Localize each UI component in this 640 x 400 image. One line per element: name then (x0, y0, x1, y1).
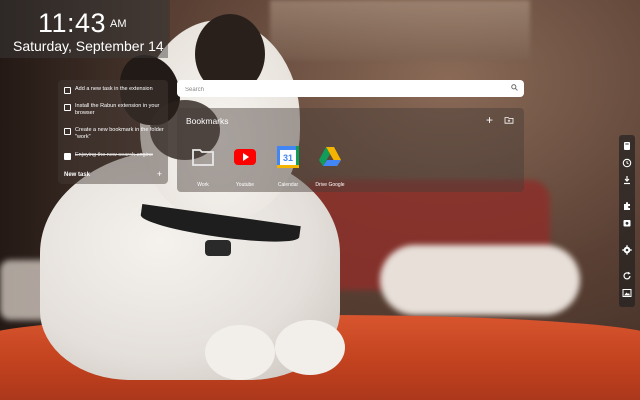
clock-ampm: AM (110, 18, 127, 30)
bookmark-calendar[interactable]: 31 Calendar (268, 146, 308, 188)
bookmarks-panel: Bookmarks + Work Youtube 31 Calendar Dri… (177, 108, 524, 192)
task-text: Install the Rabun extension in your brow… (75, 103, 160, 116)
youtube-icon (234, 149, 256, 165)
screenshot-icon[interactable] (622, 218, 632, 228)
refresh-icon[interactable] (622, 271, 632, 281)
task-checkbox[interactable] (64, 104, 71, 111)
clock-date: Saturday, September 14 (13, 38, 164, 54)
task-text: Add a new task in the extension (75, 86, 153, 92)
extension-icon[interactable] (622, 201, 632, 211)
right-toolbar (619, 135, 635, 307)
new-task-button[interactable]: New task (64, 172, 90, 178)
bookmark-icon[interactable] (622, 141, 632, 151)
clock-time: 11:43 (38, 8, 107, 38)
search-input[interactable] (183, 82, 507, 97)
bookmarks-title: Bookmarks (186, 116, 229, 126)
bookmark-youtube[interactable]: Youtube (225, 146, 265, 188)
task-text: Enjoying the new search engine (75, 152, 153, 158)
bookmark-drive[interactable]: Drive Google (310, 146, 350, 188)
task-item[interactable]: Create a new bookmark in the folder "wor… (64, 127, 164, 141)
bookmark-work[interactable]: Work (183, 146, 223, 188)
history-icon[interactable] (622, 158, 632, 168)
add-bookmark-button[interactable]: + (486, 113, 493, 127)
download-icon[interactable] (622, 175, 632, 185)
settings-icon[interactable] (622, 245, 632, 255)
wallpaper-icon[interactable] (622, 288, 632, 298)
task-item[interactable]: Install the Rabun extension in your brow… (64, 103, 164, 117)
bookmark-label: Youtube (235, 182, 255, 188)
clock-widget: 11:43 AM Saturday, September 14 (0, 0, 168, 58)
bookmark-label: Work (197, 182, 209, 188)
drive-icon (319, 147, 341, 166)
task-item[interactable]: Add a new task in the extension (64, 86, 164, 94)
task-text: Create a new bookmark in the folder "wor… (75, 127, 164, 140)
task-item[interactable]: Enjoying the new search engine (64, 152, 164, 160)
background-photo (0, 0, 640, 400)
calendar-icon: 31 (277, 146, 299, 168)
search-bar[interactable] (177, 80, 524, 97)
task-checkbox[interactable] (64, 87, 71, 94)
tasks-panel: Add a new task in the extension Install … (58, 80, 168, 184)
bookmark-label: Drive Google (315, 182, 345, 188)
add-folder-icon[interactable] (504, 116, 514, 124)
task-checkbox[interactable] (64, 128, 71, 135)
bookmark-label: Calendar (277, 182, 299, 188)
calendar-badge: 31 (283, 153, 293, 163)
add-task-icon[interactable]: + (157, 169, 162, 179)
folder-icon (192, 149, 214, 166)
task-checkbox-checked[interactable] (64, 153, 71, 160)
search-icon[interactable] (511, 84, 518, 91)
